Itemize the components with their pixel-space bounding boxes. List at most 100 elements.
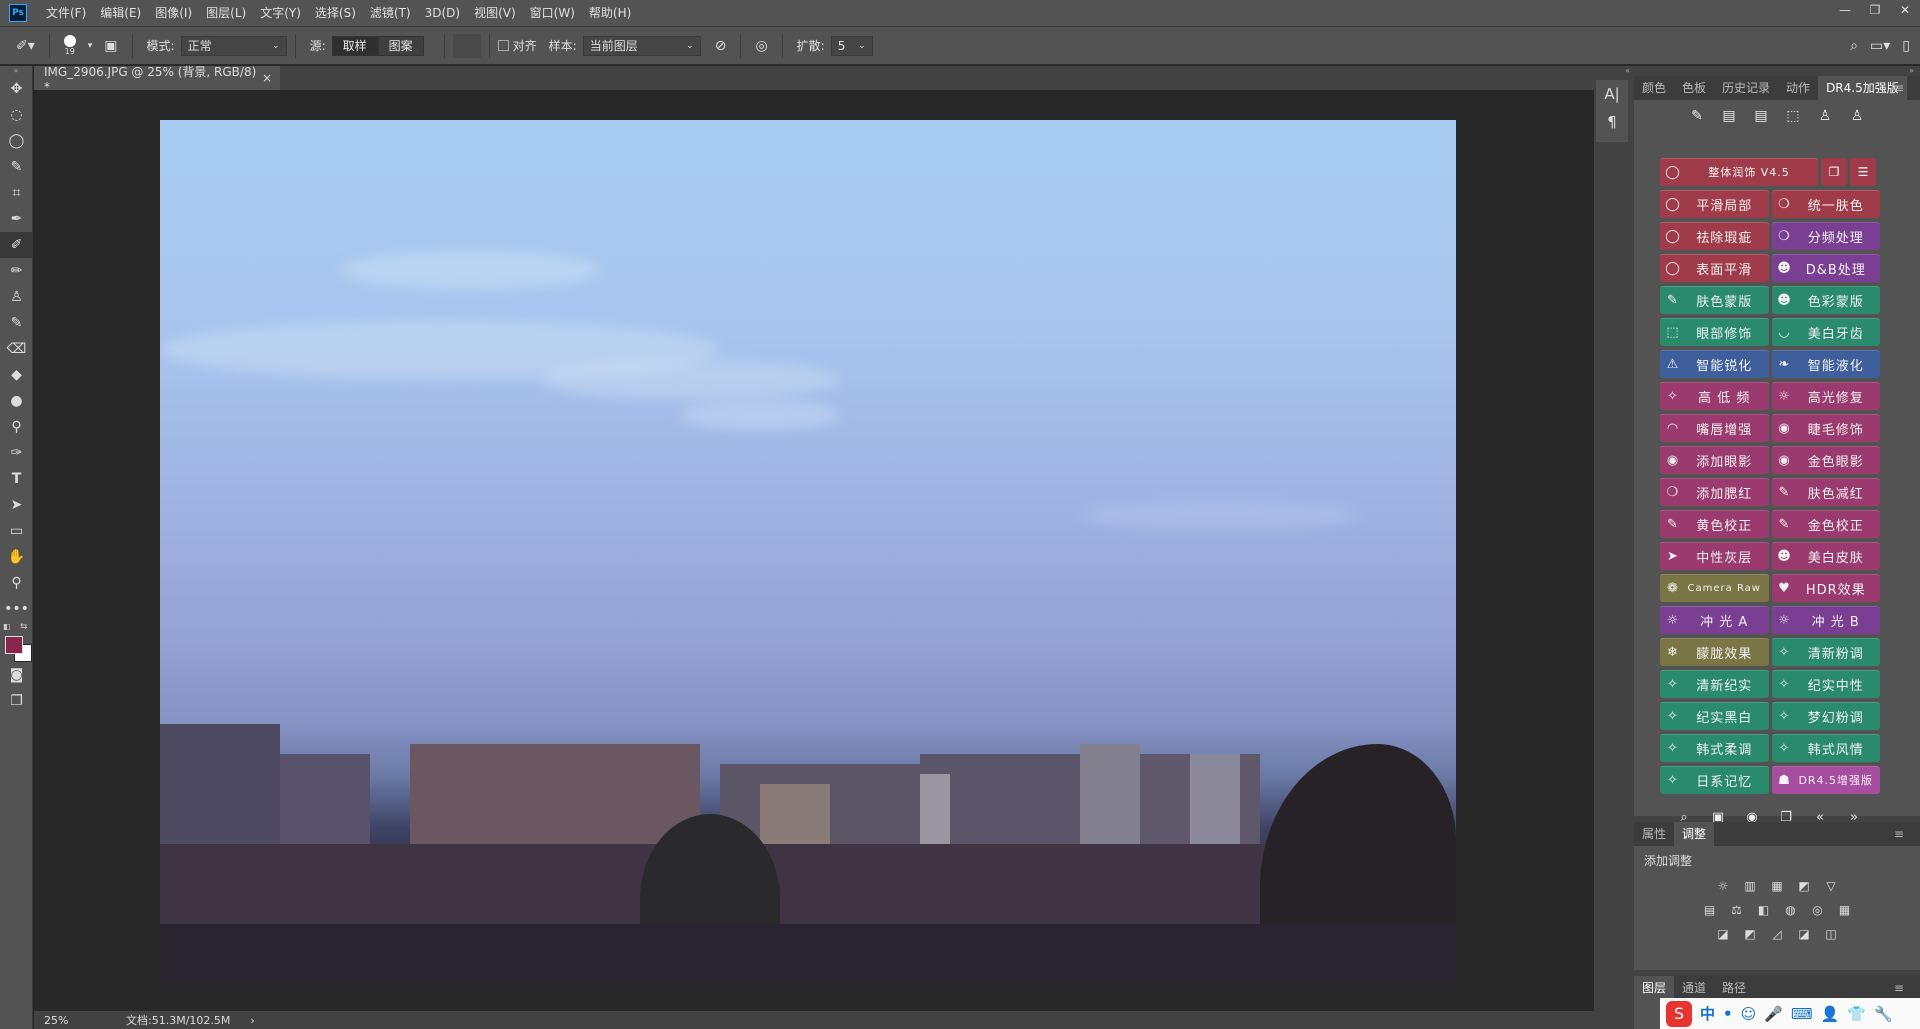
dr-action-button[interactable]: ✎ 金色校正 — [1771, 510, 1880, 538]
close-button[interactable]: ✕ — [1890, 0, 1920, 20]
ime-item-icon[interactable]: • — [1723, 1005, 1733, 1023]
paint-bucket-tool-icon[interactable]: ◆ — [0, 362, 33, 388]
dr-action-button[interactable]: ➤ 中性灰层 — [1660, 542, 1769, 570]
character-panel-icon[interactable]: A| — [1596, 80, 1628, 108]
panel-tab[interactable]: 通道 — [1674, 976, 1714, 1000]
pressure-size-icon[interactable]: ◎ — [755, 38, 767, 54]
dr-tool-icon[interactable]: ▤ — [1719, 108, 1739, 124]
dr-action-button[interactable]: ✎ 黄色校正 — [1660, 510, 1769, 538]
dr-action-button[interactable]: ☻ 美白皮肤 — [1771, 542, 1880, 570]
canvas-area[interactable] — [34, 90, 1605, 1011]
collapse-icon[interactable]: » — [0, 66, 32, 76]
zoom-tool-icon[interactable]: ⚲ — [0, 570, 33, 596]
adjustment-icon[interactable]: ◧ — [1755, 903, 1773, 921]
dr-tool-icon[interactable]: ▤ — [1751, 108, 1771, 124]
more-tools-icon[interactable]: ••• — [0, 596, 33, 622]
menu-item[interactable]: 编辑(E) — [93, 0, 148, 26]
dodge-tool-icon[interactable]: ⚲ — [0, 414, 33, 440]
adjustment-icon[interactable]: ◫ — [1822, 927, 1840, 945]
blur-tool-icon[interactable]: ● — [0, 388, 33, 414]
menu-item[interactable]: 文件(F) — [39, 0, 93, 26]
dr-action-button[interactable]: ◯ 祛除瑕疵 — [1660, 222, 1769, 250]
dr-action-button[interactable]: ◉ 添加眼影 — [1660, 446, 1769, 474]
menu-item[interactable]: 帮助(H) — [582, 0, 638, 26]
ime-item-icon[interactable]: 中 — [1700, 1003, 1715, 1024]
collapse-icon[interactable]: » — [1634, 66, 1920, 76]
menu-item[interactable]: 文字(Y) — [253, 0, 308, 26]
panel-tab[interactable]: 色板 — [1674, 76, 1714, 100]
dr-tool-icon[interactable]: ♙ — [1815, 108, 1835, 124]
dr-action-button[interactable]: ◉ 睫毛修饰 — [1771, 414, 1880, 442]
dr-action-button[interactable]: ❄ 朦胧效果 — [1660, 638, 1769, 666]
dr-action-button[interactable]: ✧ 高 低 频 — [1660, 382, 1769, 410]
document-tab[interactable]: IMG_2906.JPG @ 25% (背景, RGB/8) * × — [34, 65, 280, 94]
screen-mode-icon[interactable]: ❐ — [0, 688, 33, 714]
zoom-level[interactable]: 25% — [44, 1014, 104, 1027]
menu-item[interactable]: 图层(L) — [199, 0, 253, 26]
adjustment-icon[interactable]: ⚖ — [1728, 903, 1746, 921]
dr-action-button[interactable]: ❧ 智能液化 — [1771, 350, 1880, 378]
dr-tool-icon[interactable]: ⬚ — [1783, 108, 1803, 124]
status-arrow-icon[interactable]: › — [250, 1014, 254, 1027]
path-selection-tool-icon[interactable]: ➤ — [0, 492, 33, 518]
marquee-tool-icon[interactable]: ◌ — [0, 102, 33, 128]
pen-tool-icon[interactable]: ✑ — [0, 440, 33, 466]
dr-action-button[interactable]: ❍ 添加腮红 — [1660, 478, 1769, 506]
adjustment-icon[interactable]: ▤ — [1701, 903, 1719, 921]
dr-action-button[interactable]: ◯ 表面平滑 — [1660, 254, 1769, 282]
adjustment-icon[interactable]: ▥ — [1741, 879, 1759, 897]
dr-action-button[interactable]: ✧ 韩式柔调 — [1660, 734, 1769, 762]
collapse-icon[interactable]: « — [1594, 66, 1634, 80]
dr-action-button[interactable]: ◯ 平滑局部 — [1660, 190, 1769, 218]
dr-action-button[interactable]: ⚠ 智能锐化 — [1660, 350, 1769, 378]
panel-menu-icon[interactable]: ≡ — [1886, 976, 1912, 1000]
mode-select[interactable]: 正常 ⌄ — [180, 35, 287, 56]
brush-preset-picker[interactable]: 19 — [58, 35, 82, 56]
dr-action-button[interactable]: ✧ 清新纪实 — [1660, 670, 1769, 698]
minimize-button[interactable]: — — [1830, 0, 1860, 20]
document-image[interactable] — [160, 120, 1456, 984]
workspace-icon[interactable]: ▭▾ — [1870, 38, 1890, 54]
document-info[interactable]: 文档:51.3M/102.5M — [126, 1012, 230, 1028]
crop-tool-icon[interactable]: ⌗ — [0, 180, 33, 206]
healing-brush-tool-icon[interactable]: ✐▾ — [16, 38, 35, 54]
dr-action-button[interactable]: ✧ 纪实黑白 — [1660, 702, 1769, 730]
dr-settings-icon[interactable]: ☰ — [1850, 158, 1876, 186]
dr-action-button[interactable]: ☼ 冲 光 B — [1771, 606, 1880, 634]
menu-item[interactable]: 图像(I) — [148, 0, 199, 26]
ime-item-icon[interactable]: 👤 — [1821, 1005, 1840, 1023]
panel-menu-icon[interactable]: ≡ — [1886, 822, 1912, 846]
dr-action-button[interactable]: ✧ 梦幻粉调 — [1771, 702, 1880, 730]
type-tool-icon[interactable]: T — [0, 466, 33, 492]
dr-action-button[interactable]: ⬚ 眼部修饰 — [1660, 318, 1769, 346]
swap-colors-icon[interactable]: ⇆ — [20, 622, 28, 632]
dr-action-button[interactable]: ✎ 肤色蒙版 — [1660, 286, 1769, 314]
menu-item[interactable]: 3D(D) — [418, 0, 467, 26]
sogou-logo[interactable]: S — [1666, 1000, 1692, 1027]
move-tool-icon[interactable]: ✥ — [0, 76, 33, 102]
foreground-color-swatch[interactable] — [5, 636, 23, 654]
brush-tool-icon[interactable]: ✏ — [0, 258, 33, 284]
menu-item[interactable]: 窗口(W) — [523, 0, 582, 26]
pattern-picker[interactable] — [452, 33, 481, 58]
panel-tab[interactable]: 调整 — [1674, 822, 1715, 846]
adjustment-icon[interactable]: ▽ — [1822, 879, 1840, 897]
dr-action-button[interactable]: ◠ 嘴唇增强 — [1660, 414, 1769, 442]
ime-item-icon[interactable]: 🎤 — [1764, 1005, 1783, 1023]
share-icon[interactable]: ▯ — [1902, 38, 1910, 54]
adjustment-icon[interactable]: ◪ — [1795, 927, 1813, 945]
lasso-tool-icon[interactable]: ◯ — [0, 128, 33, 154]
menu-item[interactable]: 选择(S) — [308, 0, 363, 26]
shape-tool-icon[interactable]: ▭ — [0, 518, 33, 544]
align-checkbox[interactable] — [497, 40, 509, 51]
adjustment-icon[interactable]: ◩ — [1795, 879, 1813, 897]
dr-action-button[interactable]: ◯ 整体润饰 V4.5 — [1660, 158, 1818, 186]
dr-action-button[interactable]: ☼ 高光修复 — [1771, 382, 1880, 410]
chevron-down-icon[interactable]: ▾ — [88, 41, 93, 51]
dr-action-button[interactable]: ✎ 肤色减红 — [1771, 478, 1880, 506]
quick-mask-icon[interactable]: ◙ — [0, 662, 33, 688]
default-colors-icon[interactable]: ◧ — [3, 622, 11, 631]
dr-action-button[interactable]: ☻ D&B处理 — [1771, 254, 1880, 282]
menu-item[interactable]: 视图(V) — [467, 0, 523, 26]
source-pattern-button[interactable]: 图案 — [377, 35, 424, 56]
